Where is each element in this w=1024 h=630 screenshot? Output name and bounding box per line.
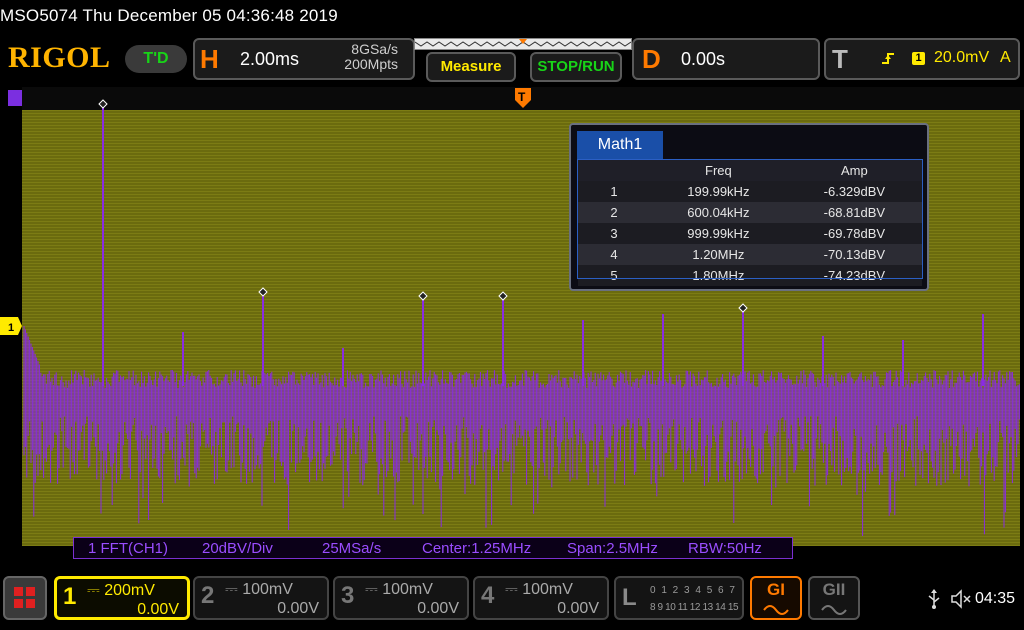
peak-table: Freq Amp 1 199.99kHz -6.329dBV 2 600.04kHz -… [578, 160, 922, 286]
brand-logo: RIGOL [8, 41, 111, 74]
memory-depth: 200Mpts [344, 56, 398, 72]
channel-1-marker-label: 1 [8, 322, 14, 334]
scale-value: 100mV [242, 581, 293, 598]
math-channel-marker[interactable] [8, 90, 22, 106]
sine-wave-icon [821, 605, 847, 615]
channel-number: 3 [341, 582, 355, 609]
scale-value: 100mV [382, 581, 433, 598]
table-row: 4 1.20MHz -70.13dBV [578, 244, 922, 265]
acquisition-info: 8GSa/s 200Mpts [320, 42, 398, 72]
row-freq: 1.20MHz [650, 244, 787, 265]
measure-button[interactable]: Measure [426, 52, 516, 82]
usb-icon [928, 589, 940, 609]
fft-scale: 20dBV/Div [202, 540, 273, 557]
channel-offset: 0.00V [137, 601, 179, 618]
trigger-mode: A [1000, 49, 1011, 66]
trigger-source-badge: 1 [912, 52, 925, 65]
delay-value: 0.00s [681, 49, 726, 69]
channel-scale: ⎓ 100mV [505, 581, 573, 598]
channel-scale: ⎓ 100mV [365, 581, 433, 598]
logic-analyzer-settings[interactable]: L 0 1 2 3 4 5 6 7 8 9 10 11 12 13 14 15 [614, 576, 744, 620]
generator-2-label: GII [822, 580, 846, 599]
col-index-header [578, 160, 650, 181]
scale-value: 200mV [104, 582, 155, 599]
channel-3-settings[interactable]: 3 ⎓ 100mV 0.00V [333, 576, 469, 620]
fft-info-bar[interactable]: 1 FFT(CH1) 20dBV/Div 25MSa/s Center:1.25… [73, 537, 793, 559]
table-row: 5 1.80MHz -74.23dBV [578, 265, 922, 286]
fft-span: Span:2.5MHz [567, 540, 658, 557]
row-amp: -74.23dBV [786, 265, 922, 286]
row-index: 4 [578, 244, 650, 265]
channel-number: 1 [63, 583, 77, 610]
row-freq: 600.04kHz [650, 202, 787, 223]
fft-source: 1 FFT(CH1) [88, 540, 168, 557]
channel-4-settings[interactable]: 4 ⎓ 100mV 0.00V [473, 576, 609, 620]
rising-edge-icon [880, 50, 896, 71]
system-clock: 04:35 [975, 590, 1016, 607]
table-row: 3 999.99kHz -69.78dBV [578, 223, 922, 244]
stop-run-button[interactable]: STOP/RUN [530, 52, 622, 82]
row-amp: -70.13dBV [786, 244, 922, 265]
generator-2-button[interactable]: GII [808, 576, 860, 620]
col-freq-header: Freq [650, 160, 787, 181]
scale-value: 100mV [522, 581, 573, 598]
channel-number: 4 [481, 582, 495, 609]
fft-rate: 25MSa/s [322, 540, 382, 557]
row-amp: -6.329dBV [786, 181, 922, 202]
channel-scale: ⎓ 100mV [225, 581, 293, 598]
sine-wave-icon [763, 605, 789, 615]
channel-offset: 0.00V [417, 600, 459, 617]
col-amp-header: Amp [786, 160, 922, 181]
trigger-level: 20.0mV [934, 49, 990, 66]
row-freq: 999.99kHz [650, 223, 787, 244]
logic-label: L [622, 584, 637, 611]
trigger-label: T [832, 44, 848, 74]
row-freq: 199.99kHz [650, 181, 787, 202]
grid-menu-icon [14, 587, 35, 608]
row-amp: -68.81dBV [786, 202, 922, 223]
sample-rate: 8GSa/s [351, 41, 398, 57]
speaker-muted-icon[interactable] [950, 588, 972, 610]
timebase-value: 2.00ms [240, 49, 300, 69]
row-index: 2 [578, 202, 650, 223]
window-title: MSO5074 Thu December 05 04:36:48 2019 [0, 6, 338, 25]
row-freq: 1.80MHz [650, 265, 787, 286]
fft-rbw: RBW:50Hz [688, 540, 762, 557]
row-index: 3 [578, 223, 650, 244]
main-menu-button[interactable] [3, 576, 47, 620]
math1-tab[interactable]: Math1 [577, 131, 663, 159]
memory-position-strip[interactable] [414, 38, 632, 50]
table-row: 2 600.04kHz -68.81dBV [578, 202, 922, 223]
waveform-overview-icon [415, 39, 631, 47]
channel-offset: 0.00V [557, 600, 599, 617]
trigger-position-label: T [518, 90, 526, 104]
row-index: 5 [578, 265, 650, 286]
channel-2-settings[interactable]: 2 ⎓ 100mV 0.00V [193, 576, 329, 620]
horizontal-label: H [200, 44, 219, 74]
delay-label: D [642, 44, 661, 74]
channel-number: 2 [201, 582, 215, 609]
fft-center: Center:1.25MHz [422, 540, 532, 557]
channel-offset: 0.00V [277, 600, 319, 617]
generator-1-label: GI [767, 580, 785, 599]
generator-1-button[interactable]: GI [750, 576, 802, 620]
trigger-status-badge: T'D [125, 45, 187, 73]
row-index: 1 [578, 181, 650, 202]
logic-channels-high: 8 9 10 11 12 13 14 15 [650, 602, 739, 613]
channel-1-settings[interactable]: 1 ⎓ 200mV 0.00V [54, 576, 190, 620]
row-amp: -69.78dBV [786, 223, 922, 244]
logic-channels-low: 0 1 2 3 4 5 6 7 [650, 585, 737, 596]
table-row: 1 199.99kHz -6.329dBV [578, 181, 922, 202]
channel-scale: ⎓ 200mV [87, 582, 155, 599]
